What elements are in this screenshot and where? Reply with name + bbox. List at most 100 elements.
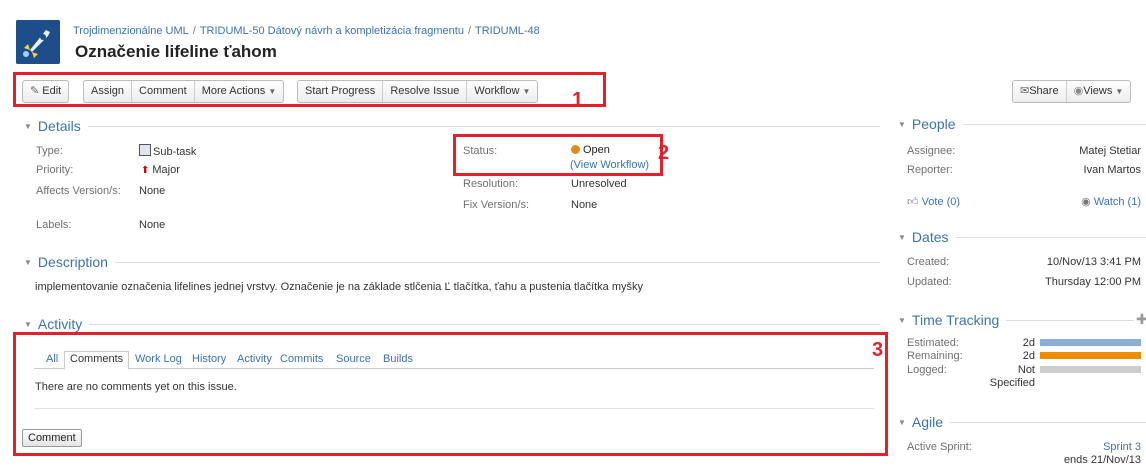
active-sprint-label: Active Sprint: bbox=[907, 441, 972, 453]
dates-heading: Dates bbox=[912, 229, 949, 245]
eye-watch-icon: ◉ bbox=[1081, 196, 1091, 208]
no-comments-message: There are no comments yet on this issue. bbox=[35, 381, 237, 393]
plus-icon[interactable]: ✚ bbox=[1136, 311, 1146, 328]
updated-value: Thursday 12:00 PM bbox=[1045, 276, 1141, 288]
remaining-label: Remaining: bbox=[907, 350, 963, 362]
tab-activity[interactable]: Activity bbox=[237, 353, 272, 365]
collapse-triangle-icon: ▼ bbox=[24, 258, 32, 267]
breadcrumb-issue-key-link[interactable]: TRIDUML-48 bbox=[475, 25, 540, 37]
estimated-value: 2d bbox=[1023, 337, 1035, 349]
details-section-header[interactable]: ▼ Details bbox=[24, 118, 880, 134]
section-divider bbox=[88, 126, 880, 127]
people-heading: People bbox=[912, 116, 956, 132]
chevron-down-icon: ▼ bbox=[1115, 87, 1123, 96]
fix-version-value: None bbox=[571, 199, 597, 211]
time-tracking-section-header[interactable]: ▼ Time Tracking bbox=[898, 312, 1134, 328]
view-workflow-link[interactable]: (View Workflow) bbox=[570, 159, 649, 171]
collapse-triangle-icon: ▼ bbox=[24, 320, 32, 329]
created-value: 10/Nov/13 3:41 PM bbox=[1047, 256, 1141, 268]
created-label: Created: bbox=[907, 256, 949, 268]
time-tracking-heading: Time Tracking bbox=[912, 312, 999, 328]
priority-major-icon: ⬆ bbox=[141, 165, 149, 176]
sprint-ends: ends 21/Nov/13 bbox=[1064, 454, 1141, 466]
status-value-text: Open bbox=[583, 144, 610, 156]
eye-icon: ◉ bbox=[1074, 85, 1084, 97]
views-label: Views bbox=[1083, 85, 1112, 97]
fix-version-label: Fix Version/s: bbox=[463, 199, 529, 211]
affects-version-value: None bbox=[139, 185, 165, 197]
priority-label: Priority: bbox=[36, 164, 73, 176]
section-divider bbox=[1006, 320, 1134, 321]
annotation-box-toolbar bbox=[13, 72, 606, 107]
tab-builds[interactable]: Builds bbox=[383, 353, 413, 365]
tab-commits[interactable]: Commits bbox=[280, 353, 323, 365]
breadcrumb-project-link[interactable]: Trojdimenzionálne UML bbox=[73, 25, 189, 37]
description-heading: Description bbox=[38, 254, 108, 270]
annotation-number-2: 2 bbox=[658, 143, 669, 163]
status-value: Open bbox=[571, 144, 610, 156]
thumbs-up-icon: 👍︎ bbox=[907, 196, 919, 208]
type-value: Sub-task bbox=[139, 144, 196, 158]
tab-all[interactable]: All bbox=[46, 353, 58, 365]
priority-value: ⬆Major bbox=[141, 164, 180, 176]
share-label: Share bbox=[1029, 85, 1058, 97]
share-views-button-group: ✉Share ◉Views▼ bbox=[1012, 80, 1131, 103]
envelope-icon: ✉ bbox=[1020, 85, 1029, 97]
logged-value-line1: Not bbox=[1018, 364, 1035, 376]
agile-section-header[interactable]: ▼ Agile bbox=[898, 414, 1146, 430]
estimated-bar bbox=[1040, 339, 1141, 346]
details-heading: Details bbox=[38, 118, 81, 134]
tab-source[interactable]: Source bbox=[336, 353, 371, 365]
activity-heading: Activity bbox=[38, 316, 82, 332]
type-label: Type: bbox=[36, 145, 63, 157]
agile-heading: Agile bbox=[912, 414, 943, 430]
collapse-triangle-icon: ▼ bbox=[898, 233, 906, 242]
affects-version-label: Affects Version/s: bbox=[36, 185, 121, 197]
people-section-header[interactable]: ▼ People bbox=[898, 116, 1146, 132]
assignee-value[interactable]: Matej Stetiar bbox=[1079, 145, 1141, 157]
collapse-triangle-icon: ▼ bbox=[24, 122, 32, 131]
labels-value: None bbox=[139, 219, 165, 231]
vote-text: Vote (0) bbox=[922, 196, 961, 208]
assignee-label: Assignee: bbox=[907, 145, 955, 157]
remaining-bar bbox=[1040, 352, 1141, 359]
reporter-label: Reporter: bbox=[907, 164, 953, 176]
labels-label: Labels: bbox=[36, 219, 71, 231]
vote-link[interactable]: 👍︎ Vote (0) bbox=[907, 195, 960, 208]
description-section-header[interactable]: ▼ Description bbox=[24, 254, 880, 270]
estimated-label: Estimated: bbox=[907, 337, 959, 349]
breadcrumb-separator: / bbox=[468, 25, 471, 37]
section-divider bbox=[956, 237, 1146, 238]
rocket-icon bbox=[16, 20, 60, 64]
tab-comments[interactable]: Comments bbox=[64, 351, 129, 370]
estimated-bar-track bbox=[1040, 339, 1141, 346]
add-comment-button[interactable]: Comment bbox=[22, 429, 82, 447]
activity-section-header[interactable]: ▼ Activity bbox=[24, 316, 880, 332]
status-open-icon bbox=[571, 145, 580, 154]
watch-text: Watch (1) bbox=[1094, 196, 1141, 208]
section-divider bbox=[950, 422, 1146, 423]
breadcrumb: Trojdimenzionálne UML / TRIDUML-50 Dátový … bbox=[73, 25, 540, 37]
dates-section-header[interactable]: ▼ Dates bbox=[898, 229, 1146, 245]
tab-history[interactable]: History bbox=[192, 353, 226, 365]
share-button[interactable]: ✉Share bbox=[1013, 81, 1066, 102]
remaining-value: 2d bbox=[1023, 350, 1035, 362]
watch-link[interactable]: ◉ Watch (1) bbox=[1081, 195, 1141, 208]
annotation-number-1: 1 bbox=[572, 90, 583, 110]
reporter-value[interactable]: Ivan Martos bbox=[1084, 164, 1141, 176]
description-text: implementovanie označenia lifelines jedn… bbox=[35, 281, 643, 293]
updated-label: Updated: bbox=[907, 276, 952, 288]
sprint-link[interactable]: Sprint 3 bbox=[1103, 441, 1141, 453]
project-avatar[interactable] bbox=[16, 20, 60, 64]
section-divider bbox=[963, 124, 1146, 125]
priority-value-text: Major bbox=[152, 164, 180, 176]
page-title: Označenie lifeline ťahom bbox=[75, 42, 277, 62]
logged-value-line2: Specified bbox=[990, 377, 1035, 389]
tab-work-log[interactable]: Work Log bbox=[135, 353, 182, 365]
section-divider bbox=[89, 324, 880, 325]
type-value-text: Sub-task bbox=[153, 146, 196, 158]
resolution-value: Unresolved bbox=[571, 178, 627, 190]
activity-tabs: All Comments Work Log History Activity C… bbox=[34, 351, 874, 369]
views-button[interactable]: ◉Views▼ bbox=[1066, 81, 1131, 102]
breadcrumb-parent-link[interactable]: TRIDUML-50 Dátový návrh a kompletizácia … bbox=[200, 25, 464, 37]
